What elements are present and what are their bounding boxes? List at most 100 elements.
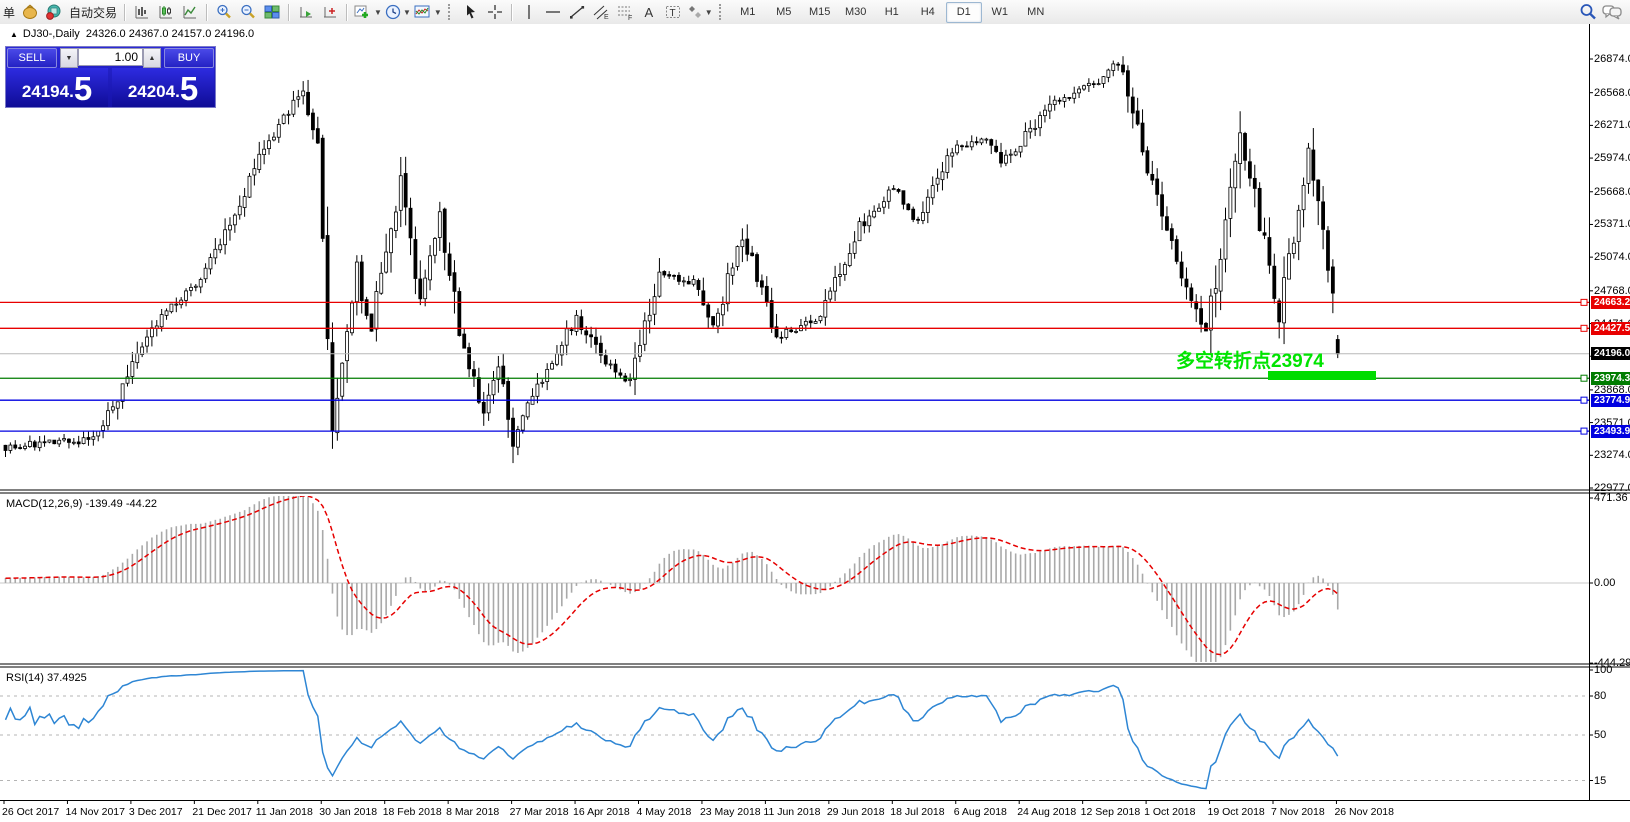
chart-title: ▲DJ30-,Daily 24326.0 24367.0 24157.0 241… (10, 28, 254, 40)
line-handle[interactable] (1581, 325, 1587, 331)
date-tick-label: 11 Jun 2018 (763, 806, 820, 818)
date-tick-label: 27 Mar 2018 (510, 806, 569, 818)
volume-up-button[interactable]: ▲ (143, 48, 161, 68)
new-chart-icon[interactable]: ▼ (353, 2, 382, 22)
arrows-icon[interactable]: ▼ (686, 2, 713, 22)
horizontal-line-icon[interactable] (542, 2, 564, 22)
annotation-text[interactable]: 多空转折点23974 (1176, 346, 1324, 373)
volume-down-button[interactable]: ▼ (60, 48, 78, 68)
cursor-icon[interactable] (460, 2, 482, 22)
chart-canvas[interactable] (0, 24, 1630, 822)
rsi-panel (0, 671, 1589, 789)
price-tick-label: 25371.0 (1594, 218, 1630, 230)
date-tick-label: 19 Oct 2018 (1208, 806, 1265, 818)
equidistant-channel-icon[interactable]: E (590, 2, 612, 22)
macd-panel (0, 493, 1589, 672)
candlestick-chart-icon[interactable] (155, 2, 177, 22)
line-handle[interactable] (1581, 299, 1587, 305)
sell-price-frac: 5 (74, 72, 92, 105)
zoom-in-icon[interactable] (213, 2, 235, 22)
text-label-icon[interactable]: T (662, 2, 684, 22)
volume-stepper: ▼ 1.00 ▲ (60, 48, 161, 66)
timeframe-button-d1[interactable]: D1 (946, 2, 982, 23)
rsi-tick-label: 100 (1594, 664, 1612, 676)
timeframe-button-h4[interactable]: H4 (910, 2, 946, 23)
date-tick-label: 11 Jan 2018 (256, 806, 313, 818)
chart-area[interactable]: ▲DJ30-,Daily 24326.0 24367.0 24157.0 241… (0, 24, 1630, 822)
price-level-badge: 24427.5 (1591, 322, 1630, 335)
toolbar-grip[interactable] (719, 4, 725, 20)
svg-text:E: E (604, 14, 609, 21)
svg-text:F: F (628, 15, 632, 21)
sell-price[interactable]: 24194.5 (6, 68, 108, 107)
date-tick-label: 26 Nov 2018 (1334, 806, 1394, 818)
vertical-line-icon[interactable] (518, 2, 540, 22)
date-tick-label: 3 Dec 2017 (129, 806, 183, 818)
indicators-icon[interactable]: ▼ (413, 2, 442, 22)
timeframe-button-w1[interactable]: W1 (982, 2, 1018, 23)
chevron-down-icon: ▼ (403, 8, 411, 17)
price-level-badge: 23974.3 (1591, 372, 1630, 385)
autotrade-icon[interactable] (43, 2, 65, 22)
macd-indicator-label: MACD(12,26,9) -139.49 -44.22 (6, 498, 157, 510)
date-tick-label: 24 Aug 2018 (1017, 806, 1076, 818)
buy-price-main: 24204 (128, 79, 175, 105)
auto-scroll-icon[interactable] (295, 2, 317, 22)
line-chart-icon[interactable] (179, 2, 201, 22)
autotrade-button[interactable]: 自动交易 (66, 4, 120, 21)
tile-windows-icon[interactable] (261, 2, 283, 22)
toolbar-grip[interactable] (448, 4, 454, 20)
bar-chart-icon[interactable] (131, 2, 153, 22)
toolbar-separator (206, 4, 208, 21)
buy-button[interactable]: BUY (164, 48, 214, 68)
sell-price-main: 24194 (22, 79, 69, 105)
trendline-icon[interactable] (566, 2, 588, 22)
main-toolbar: 单 自动交易 ▼ ▼ ▼ E F A T ▼ M1M5M15M30H1H4D1W… (0, 0, 1630, 25)
zoom-out-icon[interactable] (237, 2, 259, 22)
date-tick-label: 14 Nov 2017 (65, 806, 125, 818)
svg-text:T: T (669, 8, 675, 19)
date-tick-label: 26 Oct 2017 (2, 806, 59, 818)
date-tick-label: 23 May 2018 (700, 806, 761, 818)
gold-icon[interactable] (19, 2, 41, 22)
timeframe-button-m5[interactable]: M5 (766, 2, 802, 23)
search-icon[interactable] (1577, 2, 1599, 22)
timeframe-button-m30[interactable]: M30 (838, 2, 874, 23)
rsi-indicator-label: RSI(14) 37.4925 (6, 672, 87, 684)
buy-price[interactable]: 24204.5 (112, 68, 214, 107)
chat-icon[interactable] (1601, 2, 1623, 22)
crosshair-icon[interactable] (484, 2, 506, 22)
fibonacci-icon[interactable]: F (614, 2, 636, 22)
timeframe-button-m1[interactable]: M1 (730, 2, 766, 23)
order-button[interactable]: 单 (0, 4, 18, 21)
date-tick-label: 16 Apr 2018 (573, 806, 630, 818)
toolbar-right (1576, 0, 1624, 24)
rsi-tick-label: 80 (1594, 690, 1606, 702)
price-level-badge: 23774.9 (1591, 394, 1630, 407)
volume-input[interactable]: 1.00 (78, 48, 143, 66)
line-handle[interactable] (1581, 397, 1587, 403)
timeframe-button-mn[interactable]: MN (1018, 2, 1054, 23)
buy-price-frac: 5 (180, 72, 198, 105)
price-tick-label: 26874.0 (1594, 53, 1630, 65)
periods-icon[interactable]: ▼ (384, 2, 411, 22)
line-handle[interactable] (1581, 428, 1587, 434)
price-tick-label: 26271.0 (1594, 119, 1630, 131)
toolbar-separator (511, 4, 513, 21)
price-tick-label: 23274.0 (1594, 449, 1630, 461)
rsi-tick-label: 50 (1594, 729, 1606, 741)
svg-text:A: A (644, 5, 653, 20)
price-tick-label: 25668.0 (1594, 186, 1630, 198)
line-handle[interactable] (1581, 375, 1587, 381)
chart-shift-icon[interactable] (319, 2, 341, 22)
date-tick-label: 29 Jun 2018 (827, 806, 885, 818)
text-icon[interactable]: A (638, 2, 660, 22)
date-tick-label: 30 Jan 2018 (319, 806, 377, 818)
sell-button[interactable]: SELL (7, 48, 57, 68)
toolbar-separator (346, 4, 348, 21)
chevron-down-icon: ▼ (434, 8, 442, 17)
collapse-panel-icon[interactable]: ▲ (10, 30, 18, 39)
date-tick-label: 4 May 2018 (637, 806, 692, 818)
timeframe-button-m15[interactable]: M15 (802, 2, 838, 23)
timeframe-button-h1[interactable]: H1 (874, 2, 910, 23)
